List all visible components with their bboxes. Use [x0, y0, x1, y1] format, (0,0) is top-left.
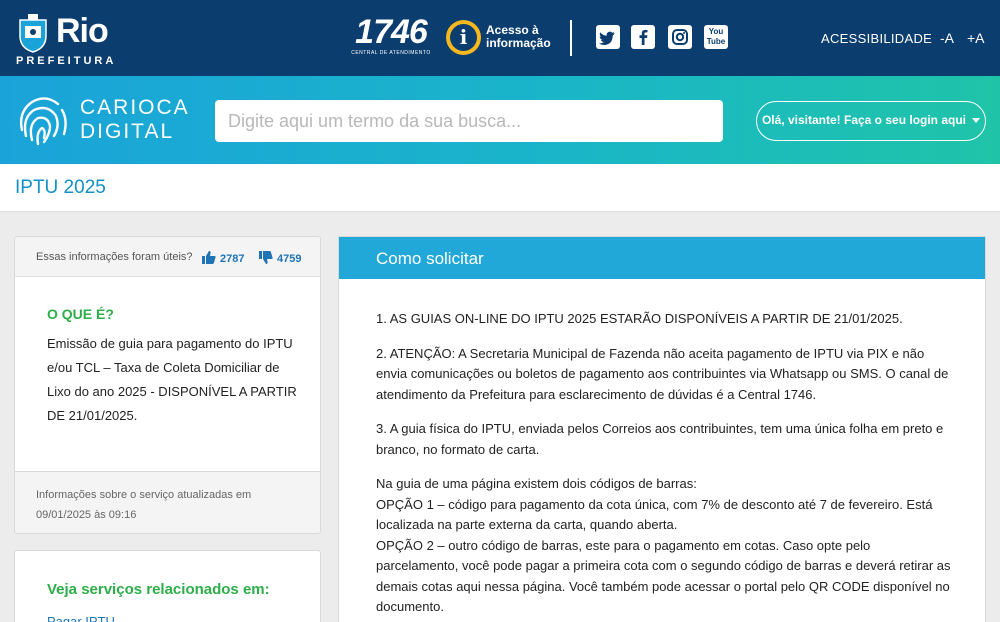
dislike-count: 4759 [277, 253, 302, 265]
like-count: 2787 [220, 253, 245, 265]
brand-line1: CARIOCA [80, 96, 190, 119]
section-heading: Como solicitar [376, 249, 484, 268]
font-increase-button[interactable]: +A [967, 30, 985, 46]
paragraph-1: 1. AS GUIAS ON-LINE DO IPTU 2025 ESTARÃO… [376, 311, 903, 326]
logo-text: Rio [56, 12, 109, 50]
about-text: Emissão de guia para pagamento do IPTU e… [47, 336, 297, 423]
about-heading: O QUE É? [47, 306, 114, 322]
section-body: 1. AS GUIAS ON-LINE DO IPTU 2025 ESTARÃO… [376, 309, 954, 618]
brand-line2: DIGITAL [80, 120, 175, 143]
font-decrease-button[interactable]: -A [940, 30, 954, 46]
login-button[interactable]: Olá, visitante! Faça o seu login aqui [756, 101, 986, 141]
info-icon: i [446, 20, 481, 55]
acesso-informacao-link[interactable]: i Acesso à informação [446, 18, 561, 58]
related-services-box: Veja serviços relacionados em: Pagar IPT… [14, 550, 321, 622]
instagram-icon[interactable] [668, 25, 692, 49]
logo-subtext: PREFEITURA [16, 55, 117, 67]
section-header: Como solicitar [339, 237, 985, 279]
central-subtext: CENTRAL DE ATENDIMENTO [351, 50, 431, 56]
like-button[interactable]: 2787 [202, 251, 244, 265]
chevron-down-icon [972, 118, 981, 124]
paragraph-6: OPÇÃO 2 – outro código de barras, este p… [376, 537, 951, 615]
youtube-icon[interactable]: You Tube [704, 25, 728, 49]
about-box: O QUE É? Emissão de guia para pagamento … [14, 276, 321, 472]
dislike-button[interactable]: 4759 [259, 251, 301, 265]
header-divider [570, 20, 572, 56]
carioca-digital-logo[interactable]: CARIOCA DIGITAL [12, 88, 197, 152]
login-label: Olá, visitante! Faça o seu login aqui [761, 113, 967, 127]
updated-box: Informações sobre o serviço atualizadas … [14, 472, 321, 534]
thumbs-up-icon [202, 251, 216, 264]
search-banner: CARIOCA DIGITAL Olá, visitante! Faça o s… [0, 76, 1000, 164]
feedback-question: Essas informações foram úteis? [36, 251, 193, 263]
twitter-icon[interactable] [596, 25, 620, 49]
related-heading: Veja serviços relacionados em: [47, 581, 270, 598]
main-content: Como solicitar 1. AS GUIAS ON-LINE DO IP… [338, 236, 986, 622]
paragraph-3: 3. A guia física do IPTU, enviada pelos … [376, 421, 944, 457]
central-number: 1746 [355, 13, 428, 51]
central-1746-logo[interactable]: 1746 CENTRAL DE ATENDIMENTO [350, 14, 432, 60]
facebook-icon[interactable] [631, 25, 655, 49]
rio-crest-icon [19, 14, 47, 53]
updated-text: Informações sobre o serviço atualizadas … [36, 489, 252, 521]
search-input[interactable] [215, 100, 723, 142]
fingerprint-icon [19, 97, 67, 146]
page-title-bar: IPTU 2025 [0, 164, 1000, 212]
paragraph-4: Na guia de uma página existem dois códig… [376, 476, 697, 491]
youtube-label: You Tube [706, 27, 726, 46]
related-link-pagar-iptu[interactable]: Pagar IPTU [47, 614, 115, 622]
paragraph-2: 2. ATENÇÃO: A Secretaria Municipal de Fa… [376, 345, 949, 402]
acesso-line2: informação [486, 36, 551, 50]
accessibility-link[interactable]: ACESSIBILIDADE [821, 31, 932, 46]
page-title: IPTU 2025 [15, 177, 106, 198]
paragraph-5: OPÇÃO 1 – código para pagamento da cota … [376, 496, 933, 533]
feedback-box: Essas informações foram úteis? 2787 4759 [14, 236, 321, 276]
thumbs-down-icon [259, 251, 273, 264]
top-bar: Rio PREFEITURA 1746 CENTRAL DE ATENDIMEN… [0, 0, 1000, 76]
prefeitura-rio-logo[interactable]: Rio PREFEITURA [12, 10, 132, 68]
